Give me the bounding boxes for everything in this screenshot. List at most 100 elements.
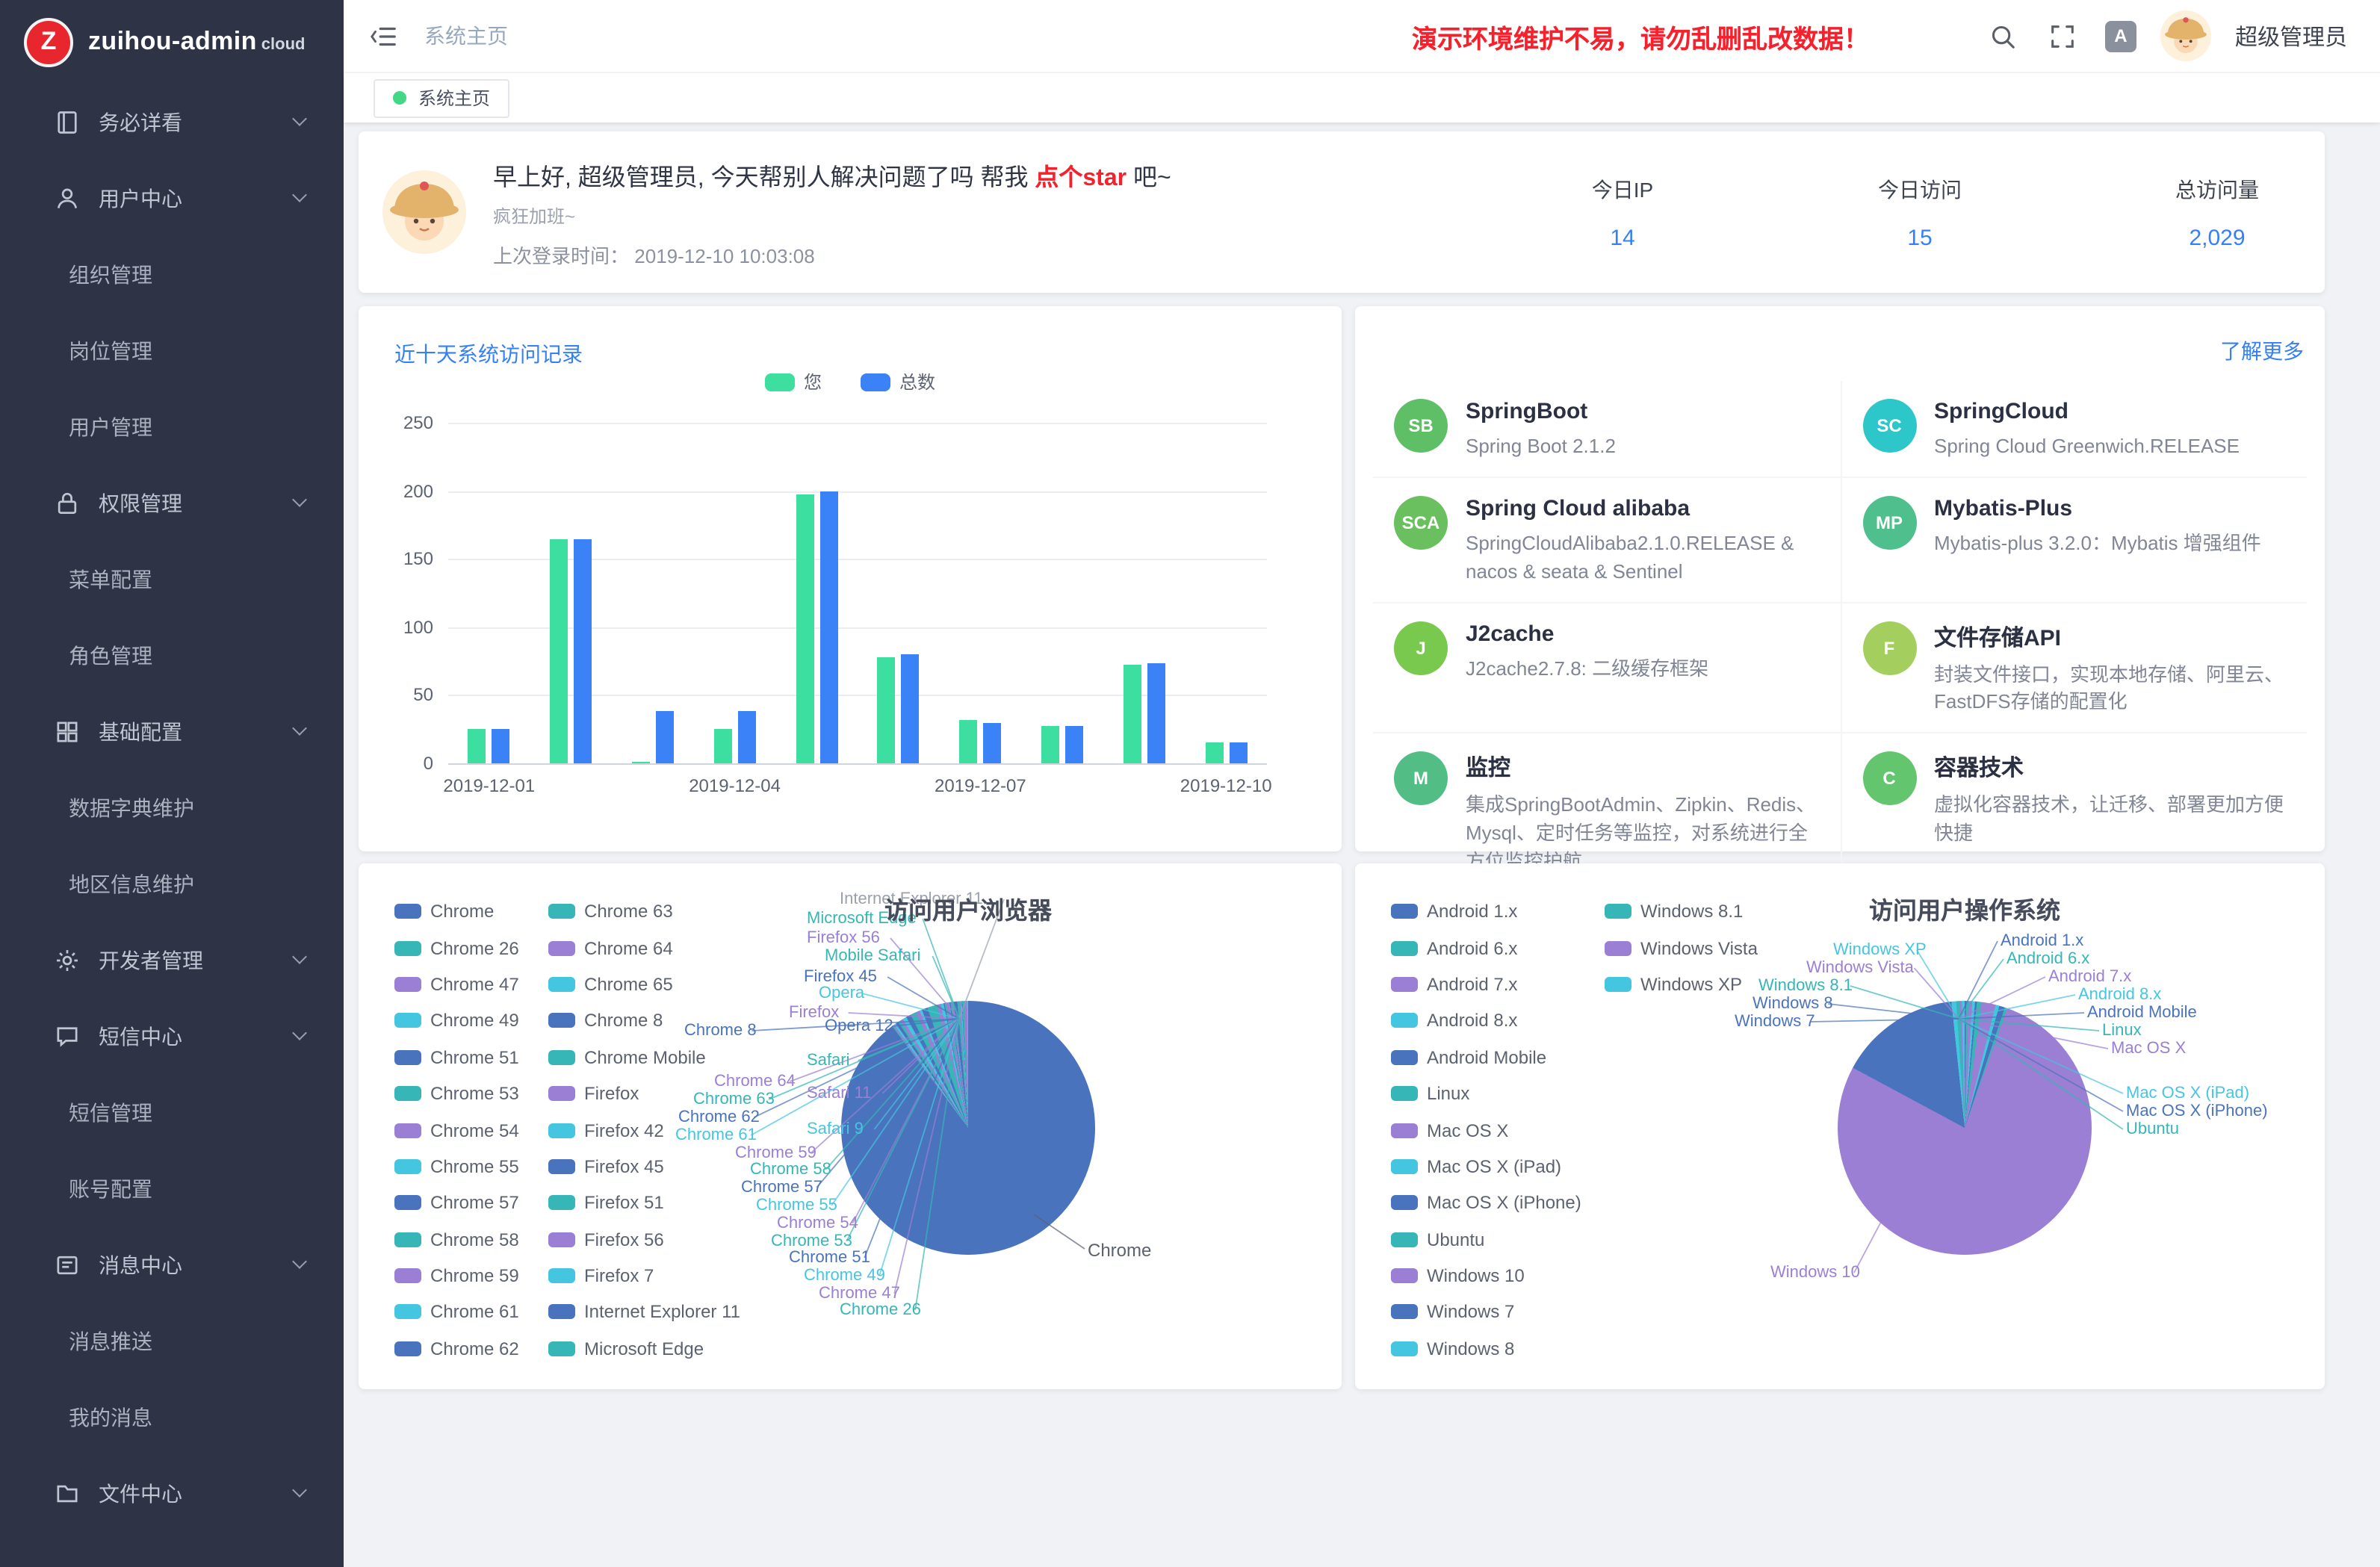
legend-item[interactable]: Android 7.x bbox=[1391, 966, 1605, 1003]
sidebar-subitem[interactable]: 岗位管理 bbox=[0, 312, 344, 388]
sidebar-item[interactable]: 短信中心 bbox=[0, 998, 344, 1074]
legend-label: Windows 7 bbox=[1427, 1302, 1514, 1323]
legend-item[interactable]: Mac OS X bbox=[1391, 1112, 1605, 1149]
sidebar-subitem[interactable]: 我的消息 bbox=[0, 1379, 344, 1455]
font-size-icon[interactable]: A bbox=[2105, 20, 2136, 52]
sidebar-item[interactable]: 消息中心 bbox=[0, 1226, 344, 1303]
bar-chart-canvas[interactable]: 0501001502002502019-12-012019-12-042019-… bbox=[359, 306, 1342, 851]
sidebar-subitem[interactable]: 用户管理 bbox=[0, 388, 344, 465]
legend-item[interactable]: Ubuntu bbox=[1391, 1221, 1605, 1258]
legend-label: Windows XP bbox=[1640, 974, 1742, 995]
legend-item[interactable]: Linux bbox=[1391, 1076, 1605, 1112]
sidebar-item[interactable]: 基础配置 bbox=[0, 693, 344, 769]
legend-item[interactable]: Chrome 62 bbox=[394, 1330, 548, 1367]
sidebar-subitem[interactable]: 组织管理 bbox=[0, 236, 344, 312]
legend-item[interactable]: Chrome Mobile bbox=[548, 1039, 702, 1076]
tech-grid: SBSpringBootSpring Boot 2.1.2SCSpringClo… bbox=[1373, 381, 2307, 840]
star-link[interactable]: 点个star bbox=[1035, 165, 1127, 190]
legend-item[interactable]: Firefox 7 bbox=[548, 1258, 702, 1294]
legend-item[interactable]: Windows 8.1 bbox=[1605, 893, 1818, 930]
legend-item[interactable]: Chrome 8 bbox=[548, 1002, 702, 1039]
fullscreen-icon[interactable] bbox=[2045, 18, 2081, 54]
sidebar: Z zuihou-admincloud 务必详看用户中心组织管理岗位管理用户管理… bbox=[0, 0, 344, 1567]
search-icon[interactable] bbox=[1986, 18, 2021, 54]
greeting-avatar bbox=[382, 170, 466, 254]
menu-fold-icon[interactable] bbox=[365, 18, 400, 54]
legend-item[interactable]: Android Mobile bbox=[1391, 1039, 1605, 1076]
stat-label: 今日访问 bbox=[1872, 174, 1968, 204]
pie-callout-label: Chrome 59 bbox=[735, 1144, 816, 1162]
legend-item[interactable]: Chrome 51 bbox=[394, 1039, 548, 1076]
legend-item[interactable]: Chrome 63 bbox=[548, 893, 702, 930]
legend-item[interactable]: Firefox 51 bbox=[548, 1185, 702, 1221]
legend-item[interactable]: Mac OS X (iPad) bbox=[1391, 1148, 1605, 1185]
pie-callout-label: Windows Vista bbox=[1806, 959, 1914, 977]
legend-item[interactable]: Mac OS X (iPhone) bbox=[1391, 1185, 1605, 1221]
legend-item[interactable]: Chrome 54 bbox=[394, 1112, 548, 1149]
legend-chip bbox=[394, 1232, 421, 1247]
legend-item[interactable]: Microsoft Edge bbox=[548, 1330, 702, 1367]
legend-item[interactable]: Chrome 58 bbox=[394, 1221, 548, 1258]
sidebar-item-label: 组织管理 bbox=[69, 259, 152, 289]
legend-item[interactable]: Chrome 59 bbox=[394, 1258, 548, 1294]
legend-label: Android 1.x bbox=[1427, 901, 1517, 922]
sidebar-subitem[interactable]: 角色管理 bbox=[0, 617, 344, 693]
sidebar-item[interactable]: 开发者管理 bbox=[0, 922, 344, 998]
legend-item[interactable]: Chrome 53 bbox=[394, 1076, 548, 1112]
browser-pie[interactable] bbox=[841, 1001, 1095, 1255]
sidebar-subitem[interactable]: 账号配置 bbox=[0, 1150, 344, 1226]
sidebar-item-label: 短信中心 bbox=[99, 1021, 182, 1051]
legend-item[interactable]: Chrome 55 bbox=[394, 1148, 548, 1185]
username[interactable]: 超级管理员 bbox=[2235, 20, 2347, 52]
legend-chip bbox=[548, 1014, 575, 1028]
legend-item[interactable]: Chrome 26 bbox=[394, 930, 548, 966]
os-pie[interactable] bbox=[1838, 1001, 2092, 1255]
legend-item[interactable]: Firefox 56 bbox=[548, 1221, 702, 1258]
legend-item[interactable]: Firefox 45 bbox=[548, 1148, 702, 1185]
pie-callout-label: Chrome bbox=[1088, 1240, 1151, 1261]
legend-item[interactable]: Internet Explorer 11 bbox=[548, 1294, 702, 1331]
legend-item[interactable]: Android 8.x bbox=[1391, 1002, 1605, 1039]
sidebar-subitem[interactable]: 短信管理 bbox=[0, 1074, 344, 1150]
legend-chip bbox=[1391, 1159, 1418, 1174]
legend-chip bbox=[1391, 1305, 1418, 1320]
tech-item: MPMybatis-PlusMybatis-plus 3.2.0：Mybatis… bbox=[1840, 478, 2307, 603]
legend-item[interactable]: Chrome 61 bbox=[394, 1294, 548, 1331]
legend-item[interactable]: Windows 8 bbox=[1391, 1330, 1605, 1367]
legend-item[interactable]: Windows 7 bbox=[1391, 1294, 1605, 1331]
legend-item[interactable]: Android 6.x bbox=[1391, 930, 1605, 966]
legend-item[interactable]: Chrome 47 bbox=[394, 966, 548, 1003]
legend-item[interactable]: Windows XP bbox=[1605, 966, 1818, 1003]
legend-item[interactable]: Android 1.x bbox=[1391, 893, 1605, 930]
sidebar-subitem[interactable]: 菜单配置 bbox=[0, 541, 344, 617]
pie-callout-label: Safari 11 bbox=[807, 1085, 871, 1102]
legend-item[interactable]: Chrome 65 bbox=[548, 966, 702, 1003]
breadcrumb[interactable]: 系统主页 bbox=[424, 21, 508, 51]
learn-more-link[interactable]: 了解更多 bbox=[2220, 336, 2304, 366]
legend-chip bbox=[548, 904, 575, 919]
legend-item[interactable]: Windows Vista bbox=[1605, 930, 1818, 966]
sidebar-item[interactable]: 权限管理 bbox=[0, 465, 344, 541]
main-content: 早上好, 超级管理员, 今天帮别人解决问题了吗 帮我 点个star 吧~ 疯狂加… bbox=[344, 122, 2380, 1567]
sidebar-item[interactable]: 务必详看 bbox=[0, 84, 344, 160]
sidebar-subitem[interactable]: 地区信息维护 bbox=[0, 845, 344, 922]
user-icon bbox=[54, 184, 81, 211]
legend-item[interactable]: Firefox 42 bbox=[548, 1112, 702, 1149]
message-icon bbox=[54, 1251, 81, 1278]
stat-label: 今日IP bbox=[1575, 174, 1670, 204]
app-logo[interactable]: Z zuihou-admincloud bbox=[0, 0, 344, 84]
user-avatar[interactable] bbox=[2160, 10, 2211, 61]
legend-item[interactable]: Chrome 57 bbox=[394, 1185, 548, 1221]
sidebar-item[interactable]: 用户中心 bbox=[0, 160, 344, 236]
tech-text: J2cacheJ2cache2.7.8: 二级缓存框架 bbox=[1466, 621, 1708, 717]
legend-item[interactable]: Firefox bbox=[548, 1076, 702, 1112]
tab-home[interactable]: 系统主页 bbox=[374, 78, 509, 117]
legend-item[interactable]: Chrome bbox=[394, 893, 548, 930]
legend-item[interactable]: Windows 10 bbox=[1391, 1258, 1605, 1294]
sidebar-item[interactable]: 文件中心 bbox=[0, 1455, 344, 1531]
legend-item[interactable]: Chrome 49 bbox=[394, 1002, 548, 1039]
sidebar-subitem[interactable]: 消息推送 bbox=[0, 1303, 344, 1379]
sidebar-subitem[interactable]: 数据字典维护 bbox=[0, 769, 344, 845]
legend-chip bbox=[394, 1159, 421, 1174]
legend-item[interactable]: Chrome 64 bbox=[548, 930, 702, 966]
